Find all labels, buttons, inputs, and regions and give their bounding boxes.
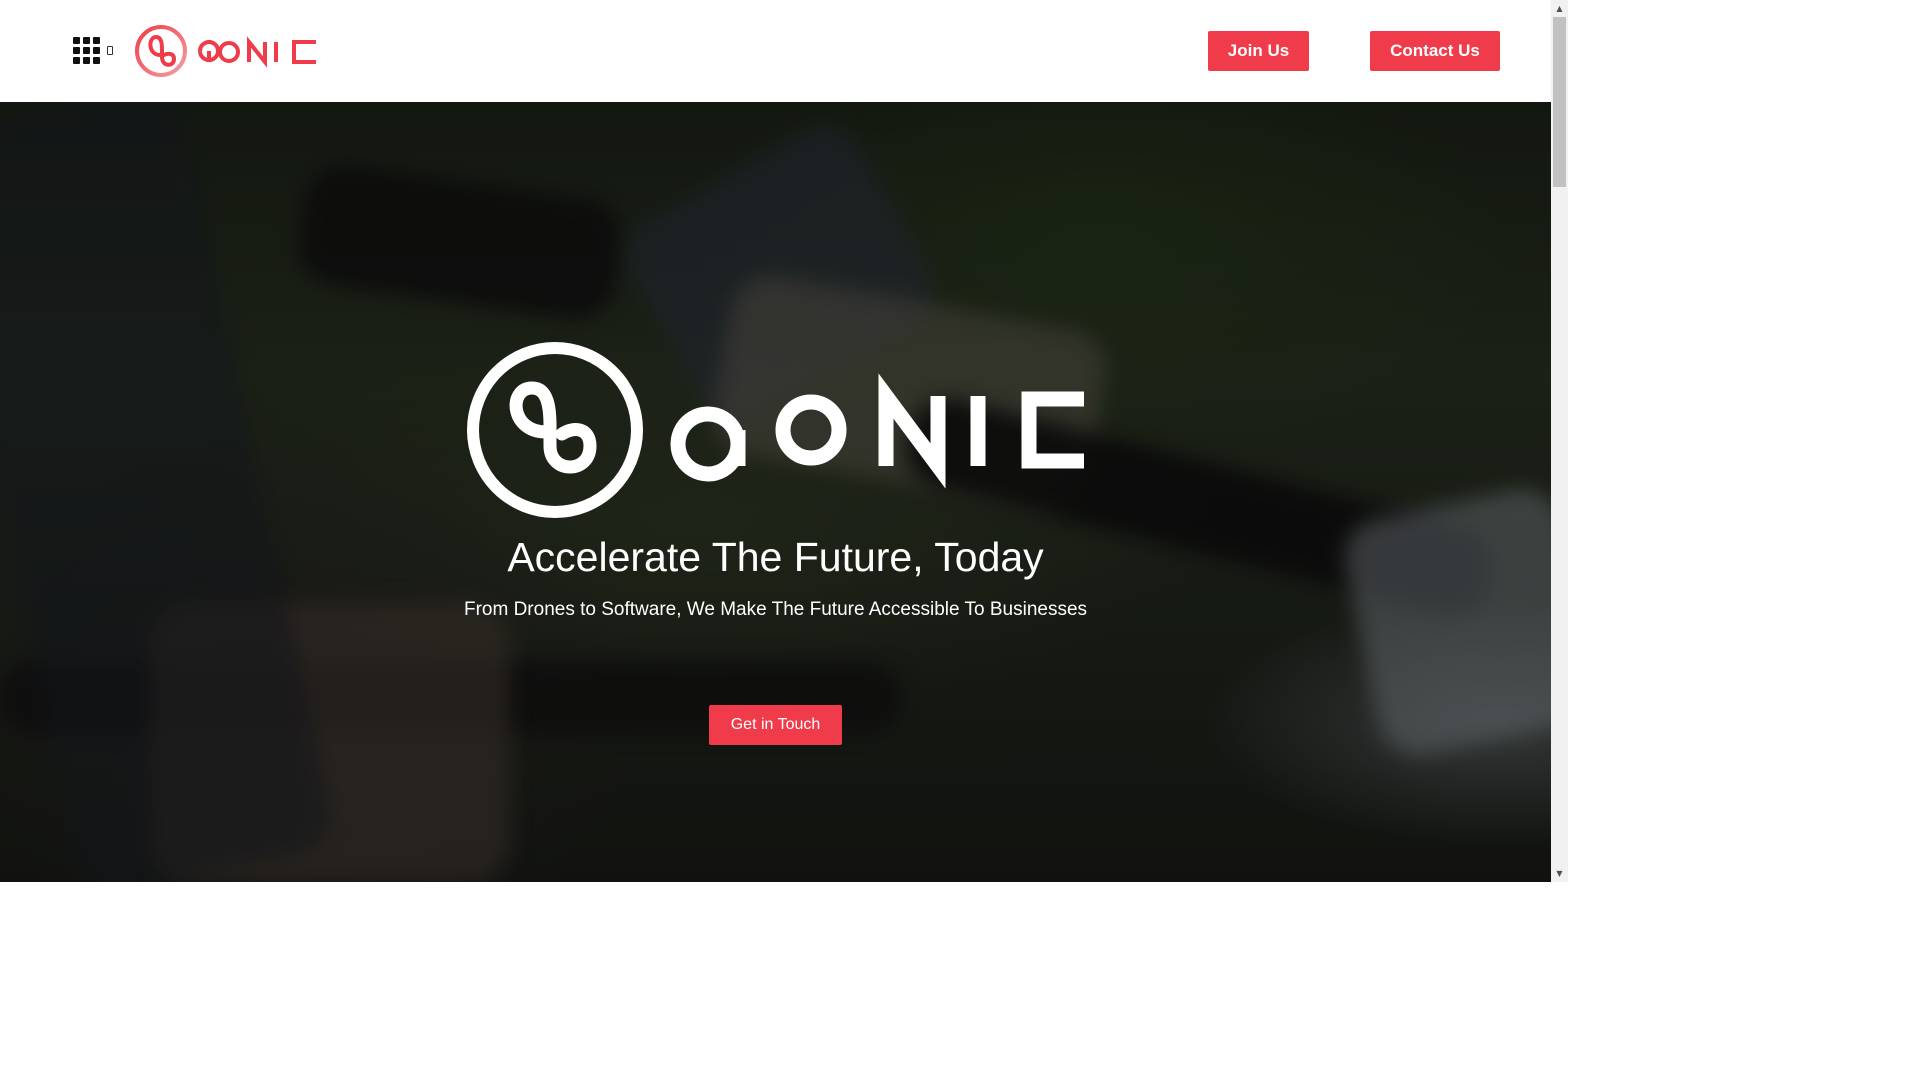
scroll-down-arrow-icon[interactable]: ▼ [1551,865,1568,882]
aonic-logo[interactable]: aonic [134,23,320,79]
hero-title: Accelerate The Future, Today [507,534,1044,580]
hero-section: aonic Accelerate The Future, Today From … [0,102,1551,882]
contact-us-button[interactable]: Contact Us [1370,31,1500,71]
vertical-scrollbar[interactable]: ▲ ▼ [1551,0,1568,882]
site-header: aonic Join Us Contact Us [0,0,1551,102]
join-us-button[interactable]: Join Us [1208,31,1309,71]
grid-menu-icon[interactable] [73,37,115,65]
hero-subtitle: From Drones to Software, We Make The Fut… [463,599,1088,620]
aonic-hero-logo: aonic [467,342,1084,518]
page: aonic Join Us Contact Us [0,0,1568,882]
scroll-up-arrow-icon[interactable]: ▲ [1551,0,1568,17]
get-in-touch-button[interactable]: Get in Touch [709,705,842,745]
scroll-thumb[interactable] [1553,17,1566,187]
